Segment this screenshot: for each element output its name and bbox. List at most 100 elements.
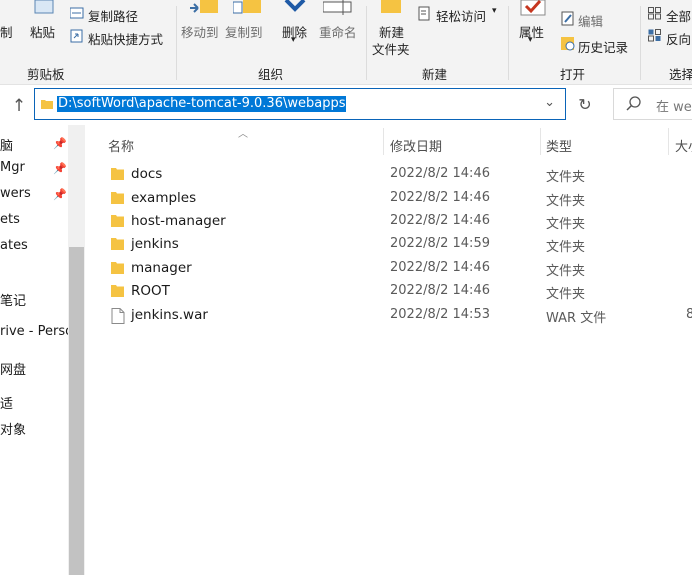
- file-row[interactable]: docs 2022/8/2 14:46 文件夹: [101, 163, 692, 186]
- file-name: examples: [131, 190, 197, 206]
- nav-item[interactable]: 脑: [0, 135, 13, 154]
- rename-icon: [323, 0, 352, 15]
- navigation-pane: 脑 📌 Mgr 📌 wers 📌 ets ates 笔记 rive - Perso 网盘适对象: [0, 125, 68, 575]
- file-icon: [111, 308, 125, 324]
- address-path-text[interactable]: D:\softWord\apache-tomcat-9.0.36\webapps: [57, 96, 347, 112]
- clipboard-group: 制 粘贴 复制路径 粘贴快捷方式 剪贴板: [0, 0, 163, 84]
- file-row[interactable]: examples 2022/8/2 14:46 文件夹: [101, 187, 692, 210]
- scrollbar-thumb[interactable]: [69, 247, 84, 575]
- nav-item[interactable]: Mgr: [0, 160, 25, 175]
- search-input[interactable]: 在 we: [613, 88, 692, 120]
- cut-button[interactable]: 制: [0, 22, 13, 41]
- new-folder-icon: [381, 0, 401, 13]
- ribbon: 制 粘贴 复制路径 粘贴快捷方式 剪贴板 移动到 复制到 删除 ▾ 重命名 组织…: [0, 0, 692, 85]
- invert-selection-icon: [648, 29, 661, 42]
- copy-path-button[interactable]: 复制路径: [88, 6, 138, 25]
- delete-dropdown-chevron-icon[interactable]: ▾: [291, 35, 296, 45]
- column-header-type[interactable]: 类型: [546, 136, 572, 155]
- address-bar[interactable]: D:\softWord\apache-tomcat-9.0.36\webapps…: [34, 88, 566, 120]
- new-folder-button-line2[interactable]: 文件夹: [372, 39, 410, 58]
- sort-ascending-chevron-icon: ︿: [238, 129, 248, 140]
- search-placeholder: 在 we: [656, 100, 692, 115]
- ribbon-separator: [176, 6, 177, 80]
- file-row[interactable]: ROOT 2022/8/2 14:46 文件夹: [101, 280, 692, 303]
- properties-dropdown-chevron-icon[interactable]: ▾: [528, 35, 533, 45]
- ribbon-separator: [640, 6, 641, 80]
- file-date: 2022/8/2 14:46: [390, 283, 490, 298]
- invert-selection-button[interactable]: 反向: [666, 29, 691, 48]
- select-all-button[interactable]: 全部: [666, 6, 691, 25]
- file-type: 文件夹: [546, 194, 586, 209]
- pin-icon[interactable]: 📌: [53, 162, 67, 175]
- delete-icon: [284, 0, 306, 12]
- file-row[interactable]: host-manager 2022/8/2 14:46 文件夹: [101, 210, 692, 233]
- copy-to-button[interactable]: 复制到: [225, 22, 263, 41]
- up-arrow-icon[interactable]: ↑: [9, 96, 29, 116]
- file-date: 2022/8/2 14:46: [390, 213, 490, 228]
- navigation-pane-scrollbar[interactable]: [68, 125, 85, 575]
- nav-item[interactable]: 网盘: [0, 359, 26, 378]
- open-group-label: 打开: [560, 67, 586, 82]
- organize-group-label: 组织: [258, 67, 284, 82]
- nav-item[interactable]: 适: [0, 393, 13, 412]
- file-row[interactable]: jenkins.war 2022/8/2 14:53 WAR 文件 8: [101, 304, 692, 327]
- edit-button[interactable]: 编辑: [578, 11, 603, 30]
- rename-button[interactable]: 重命名: [319, 22, 357, 41]
- folder-icon: [41, 100, 53, 109]
- column-divider[interactable]: [383, 128, 384, 155]
- file-name: jenkins.war: [131, 307, 208, 323]
- new-group-label: 新建: [422, 67, 448, 82]
- column-divider[interactable]: [540, 128, 541, 155]
- move-to-button[interactable]: 移动到: [181, 22, 219, 41]
- paste-button[interactable]: 粘贴: [30, 22, 55, 41]
- file-name: ROOT: [131, 283, 170, 299]
- nav-item[interactable]: ets: [0, 212, 20, 227]
- move-to-icon: [190, 0, 218, 13]
- nav-item[interactable]: ates: [0, 238, 28, 253]
- search-icon: [626, 96, 641, 111]
- file-date: 2022/8/2 14:46: [390, 260, 490, 275]
- paste-shortcut-button[interactable]: 粘贴快捷方式: [88, 29, 163, 48]
- file-date: 2022/8/2 14:53: [390, 307, 490, 322]
- select-group-label: 选择: [669, 67, 692, 82]
- easy-access-button[interactable]: 轻松访问: [436, 6, 486, 25]
- file-name: host-manager: [131, 213, 226, 229]
- paste-shortcut-icon: [70, 29, 83, 43]
- nav-item[interactable]: 笔记: [0, 290, 26, 309]
- history-icon: [561, 37, 575, 51]
- folder-icon: [111, 262, 124, 274]
- ribbon-separator: [508, 6, 509, 80]
- nav-item[interactable]: 对象: [0, 419, 26, 438]
- clipboard-group-label: 剪贴板: [27, 67, 65, 82]
- file-size: 8: [686, 307, 692, 322]
- file-date: 2022/8/2 14:59: [390, 236, 490, 251]
- easy-access-icon: [418, 6, 430, 21]
- edit-icon: [561, 11, 574, 26]
- file-type: 文件夹: [546, 240, 586, 255]
- refresh-icon[interactable]: ↻: [574, 94, 596, 116]
- pin-icon[interactable]: 📌: [53, 188, 67, 201]
- history-button[interactable]: 历史记录: [578, 37, 628, 56]
- file-type: 文件夹: [546, 264, 586, 279]
- file-type: WAR 文件: [546, 311, 607, 326]
- paste-icon: [34, 0, 54, 14]
- column-header-size[interactable]: 大小: [675, 136, 692, 155]
- column-header-date[interactable]: 修改日期: [390, 136, 442, 155]
- nav-item[interactable]: wers: [0, 186, 31, 201]
- chevron-down-icon[interactable]: ⌄: [544, 95, 555, 110]
- column-divider[interactable]: [668, 128, 669, 155]
- file-name: manager: [131, 260, 192, 276]
- pin-icon[interactable]: 📌: [53, 137, 67, 150]
- file-row[interactable]: jenkins 2022/8/2 14:59 文件夹: [101, 233, 692, 256]
- file-date: 2022/8/2 14:46: [390, 166, 490, 181]
- file-row[interactable]: manager 2022/8/2 14:46 文件夹: [101, 257, 692, 280]
- file-type: 文件夹: [546, 287, 586, 302]
- file-name: docs: [131, 166, 163, 182]
- folder-icon: [111, 192, 124, 204]
- folder-icon: [111, 215, 124, 227]
- easy-access-dropdown-chevron-icon[interactable]: ▾: [492, 6, 497, 16]
- nav-item[interactable]: rive - Perso: [0, 324, 68, 339]
- folder-icon: [111, 285, 124, 297]
- column-header-name[interactable]: 名称: [108, 136, 134, 155]
- properties-icon: [520, 0, 546, 16]
